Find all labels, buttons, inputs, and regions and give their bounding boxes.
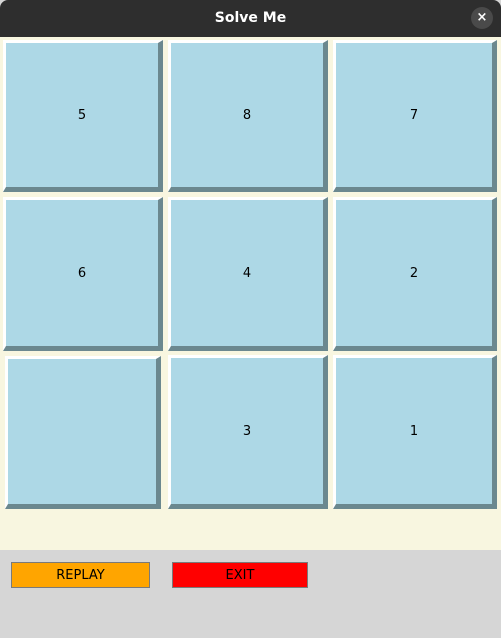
control-panel: REPLAY EXIT [0,550,501,638]
tile-3[interactable]: 6 [3,197,163,351]
tile-7[interactable]: 3 [168,355,328,509]
tile-4[interactable]: 4 [168,197,328,351]
close-icon[interactable]: × [471,7,493,29]
tile-1[interactable]: 8 [168,40,328,192]
tile-0[interactable]: 5 [3,40,163,192]
puzzle-board: 5 8 7 6 4 2 3 1 [0,37,501,550]
tile-6-empty[interactable] [5,356,161,509]
tile-8[interactable]: 1 [333,355,497,509]
tile-5[interactable]: 2 [333,197,497,351]
title-bar: Solve Me × [0,0,501,37]
replay-button[interactable]: REPLAY [11,562,150,588]
exit-button[interactable]: EXIT [172,562,308,588]
window-title: Solve Me [214,10,287,26]
tile-2[interactable]: 7 [333,40,497,192]
